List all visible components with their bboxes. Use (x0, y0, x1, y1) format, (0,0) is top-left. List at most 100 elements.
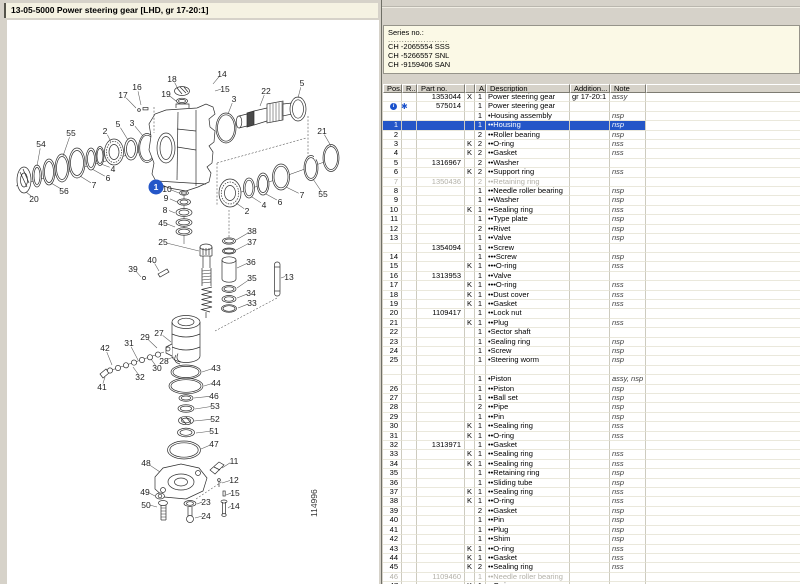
part-callout-55[interactable]: 55 (318, 189, 328, 199)
table-row[interactable]: 31K1••O-ringnss (383, 432, 800, 441)
part-callout-4[interactable]: 4 (111, 164, 116, 174)
part-callout-18[interactable]: 18 (167, 74, 177, 84)
table-row[interactable]: 5750141Power steering geari✱ (383, 102, 800, 111)
column-header-note[interactable]: Note (610, 84, 646, 93)
part-callout-16[interactable]: 16 (132, 82, 142, 92)
table-row[interactable]: 34K1••Sealing ringnss (383, 460, 800, 469)
table-row[interactable]: 19K1••Gasketnss (383, 300, 800, 309)
part-callout-3[interactable]: 3 (130, 118, 135, 128)
part-callout-20[interactable]: 20 (29, 194, 39, 204)
part-callout-6[interactable]: 6 (278, 197, 283, 207)
part-callout-45[interactable]: 45 (158, 218, 168, 228)
part-callout-36[interactable]: 36 (246, 257, 256, 267)
table-row[interactable]: 17K1•••O-ringnss (383, 281, 800, 290)
part-callout-50[interactable]: 50 (141, 500, 151, 510)
part-callout-44[interactable]: 44 (211, 378, 221, 388)
table-row[interactable]: 4K2••Gasketnss (383, 149, 800, 158)
part-callout-8[interactable]: 8 (163, 205, 168, 215)
column-header-blank[interactable] (465, 84, 475, 93)
part-callout-15[interactable]: 15 (230, 488, 240, 498)
info-icon[interactable]: i (390, 103, 397, 110)
highlighted-callout-1[interactable]: 1 (149, 180, 164, 195)
part-callout-19[interactable]: 19 (161, 89, 171, 99)
exploded-diagram-panel[interactable]: 2054565576425317161819141532252155764211… (7, 20, 379, 584)
table-row[interactable]: 13540941••Screw (383, 244, 800, 253)
part-callout-2[interactable]: 2 (103, 126, 108, 136)
part-callout-39[interactable]: 39 (128, 264, 138, 274)
table-row[interactable]: 282••Pipensp (383, 403, 800, 412)
table-row[interactable]: 122••Rivetnsp (383, 225, 800, 234)
column-header-pos[interactable]: Pos. (383, 84, 402, 93)
part-callout-27[interactable]: 27 (154, 328, 164, 338)
part-callout-6[interactable]: 6 (106, 173, 111, 183)
table-row[interactable]: 1353044X1Power steering geargr 17-20:1as… (383, 93, 800, 102)
part-callout-17[interactable]: 17 (118, 90, 128, 100)
part-callout-3[interactable]: 3 (232, 94, 237, 104)
table-row[interactable]: 38K1••O-ringnss (383, 497, 800, 506)
part-callout-56[interactable]: 56 (59, 186, 69, 196)
part-callout-34[interactable]: 34 (246, 288, 256, 298)
table-row[interactable]: 401••Pinnsp (383, 516, 800, 525)
service-note-icon[interactable]: ✱ (401, 103, 408, 110)
part-callout-32[interactable]: 32 (135, 372, 145, 382)
table-row[interactable]: 4611094601••Needle roller bearing (383, 573, 800, 582)
part-callout-23[interactable]: 23 (201, 497, 211, 507)
table-row[interactable]: 392••Gasketnsp (383, 507, 800, 516)
table-row[interactable] (383, 366, 800, 375)
part-callout-53[interactable]: 53 (210, 401, 220, 411)
part-callout-41[interactable]: 41 (97, 382, 107, 392)
table-row[interactable]: 81••Needle roller bearingnsp (383, 187, 800, 196)
part-callout-22[interactable]: 22 (261, 86, 271, 96)
table-row[interactable]: 261••Pistonnsp (383, 385, 800, 394)
table-row[interactable]: 6K2••Support ringnss (383, 168, 800, 177)
part-callout-7[interactable]: 7 (92, 180, 97, 190)
table-row[interactable]: 3K2••O-ringnss (383, 140, 800, 149)
table-row[interactable]: 131••Valvensp (383, 234, 800, 243)
table-row[interactable]: 44K1••Gasketnss (383, 554, 800, 563)
part-callout-2[interactable]: 2 (245, 206, 250, 216)
part-callout-5[interactable]: 5 (116, 119, 121, 129)
part-callout-51[interactable]: 51 (209, 426, 219, 436)
part-callout-48[interactable]: 48 (141, 458, 151, 468)
part-callout-33[interactable]: 33 (247, 298, 257, 308)
table-row[interactable]: 111••Type platensp (383, 215, 800, 224)
table-row[interactable]: 513169672••Washer (383, 159, 800, 168)
part-callout-4[interactable]: 4 (262, 200, 267, 210)
table-row[interactable]: 2011094171••Lock nut (383, 309, 800, 318)
part-callout-5[interactable]: 5 (300, 78, 305, 88)
part-callout-14[interactable]: 14 (230, 501, 240, 511)
part-callout-15[interactable]: 15 (220, 84, 230, 94)
column-header-partno[interactable]: Part no. (417, 84, 465, 93)
table-row[interactable]: 10K1••Sealing ringnss (383, 206, 800, 215)
column-header-r[interactable]: R... (402, 84, 417, 93)
table-row[interactable]: 713504362••Retaining ring (383, 178, 800, 187)
part-callout-9[interactable]: 9 (164, 193, 169, 203)
column-header-description[interactable]: Description (486, 84, 570, 93)
part-callout-37[interactable]: 37 (247, 237, 257, 247)
table-row[interactable]: 18K1••Dust covernss (383, 291, 800, 300)
table-row[interactable]: 231•Sealing ringnsp (383, 338, 800, 347)
table-row[interactable]: 351••Retaining ringnsp (383, 469, 800, 478)
part-callout-49[interactable]: 49 (140, 487, 150, 497)
table-row[interactable]: 141•••Screwnsp (383, 253, 800, 262)
table-row[interactable]: 3213139711••Gasket (383, 441, 800, 450)
table-row[interactable]: 251•Steering wormnsp (383, 356, 800, 365)
table-row[interactable]: 271••Ball setnsp (383, 394, 800, 403)
table-row[interactable]: 291••Pinnsp (383, 413, 800, 422)
table-row[interactable]: 411••Plugnsp (383, 526, 800, 535)
table-row[interactable]: 43K1••O-ringnss (383, 545, 800, 554)
table-row[interactable]: 421••Shimnsp (383, 535, 800, 544)
table-row[interactable]: 361••Sliding tubensp (383, 479, 800, 488)
part-callout-46[interactable]: 46 (209, 391, 219, 401)
part-callout-13[interactable]: 13 (284, 272, 294, 282)
table-row[interactable]: 22••Roller bearingnsp (383, 131, 800, 140)
part-callout-24[interactable]: 24 (201, 511, 211, 521)
table-row[interactable]: 1•Housing assemblynsp (383, 112, 800, 121)
part-callout-12[interactable]: 12 (229, 475, 239, 485)
column-header-addition[interactable]: Addition... (570, 84, 610, 93)
part-callout-14[interactable]: 14 (217, 69, 227, 79)
part-callout-47[interactable]: 47 (209, 439, 219, 449)
table-row[interactable]: 241•Screwnsp (383, 347, 800, 356)
part-callout-35[interactable]: 35 (247, 273, 257, 283)
part-callout-7[interactable]: 7 (300, 190, 305, 200)
